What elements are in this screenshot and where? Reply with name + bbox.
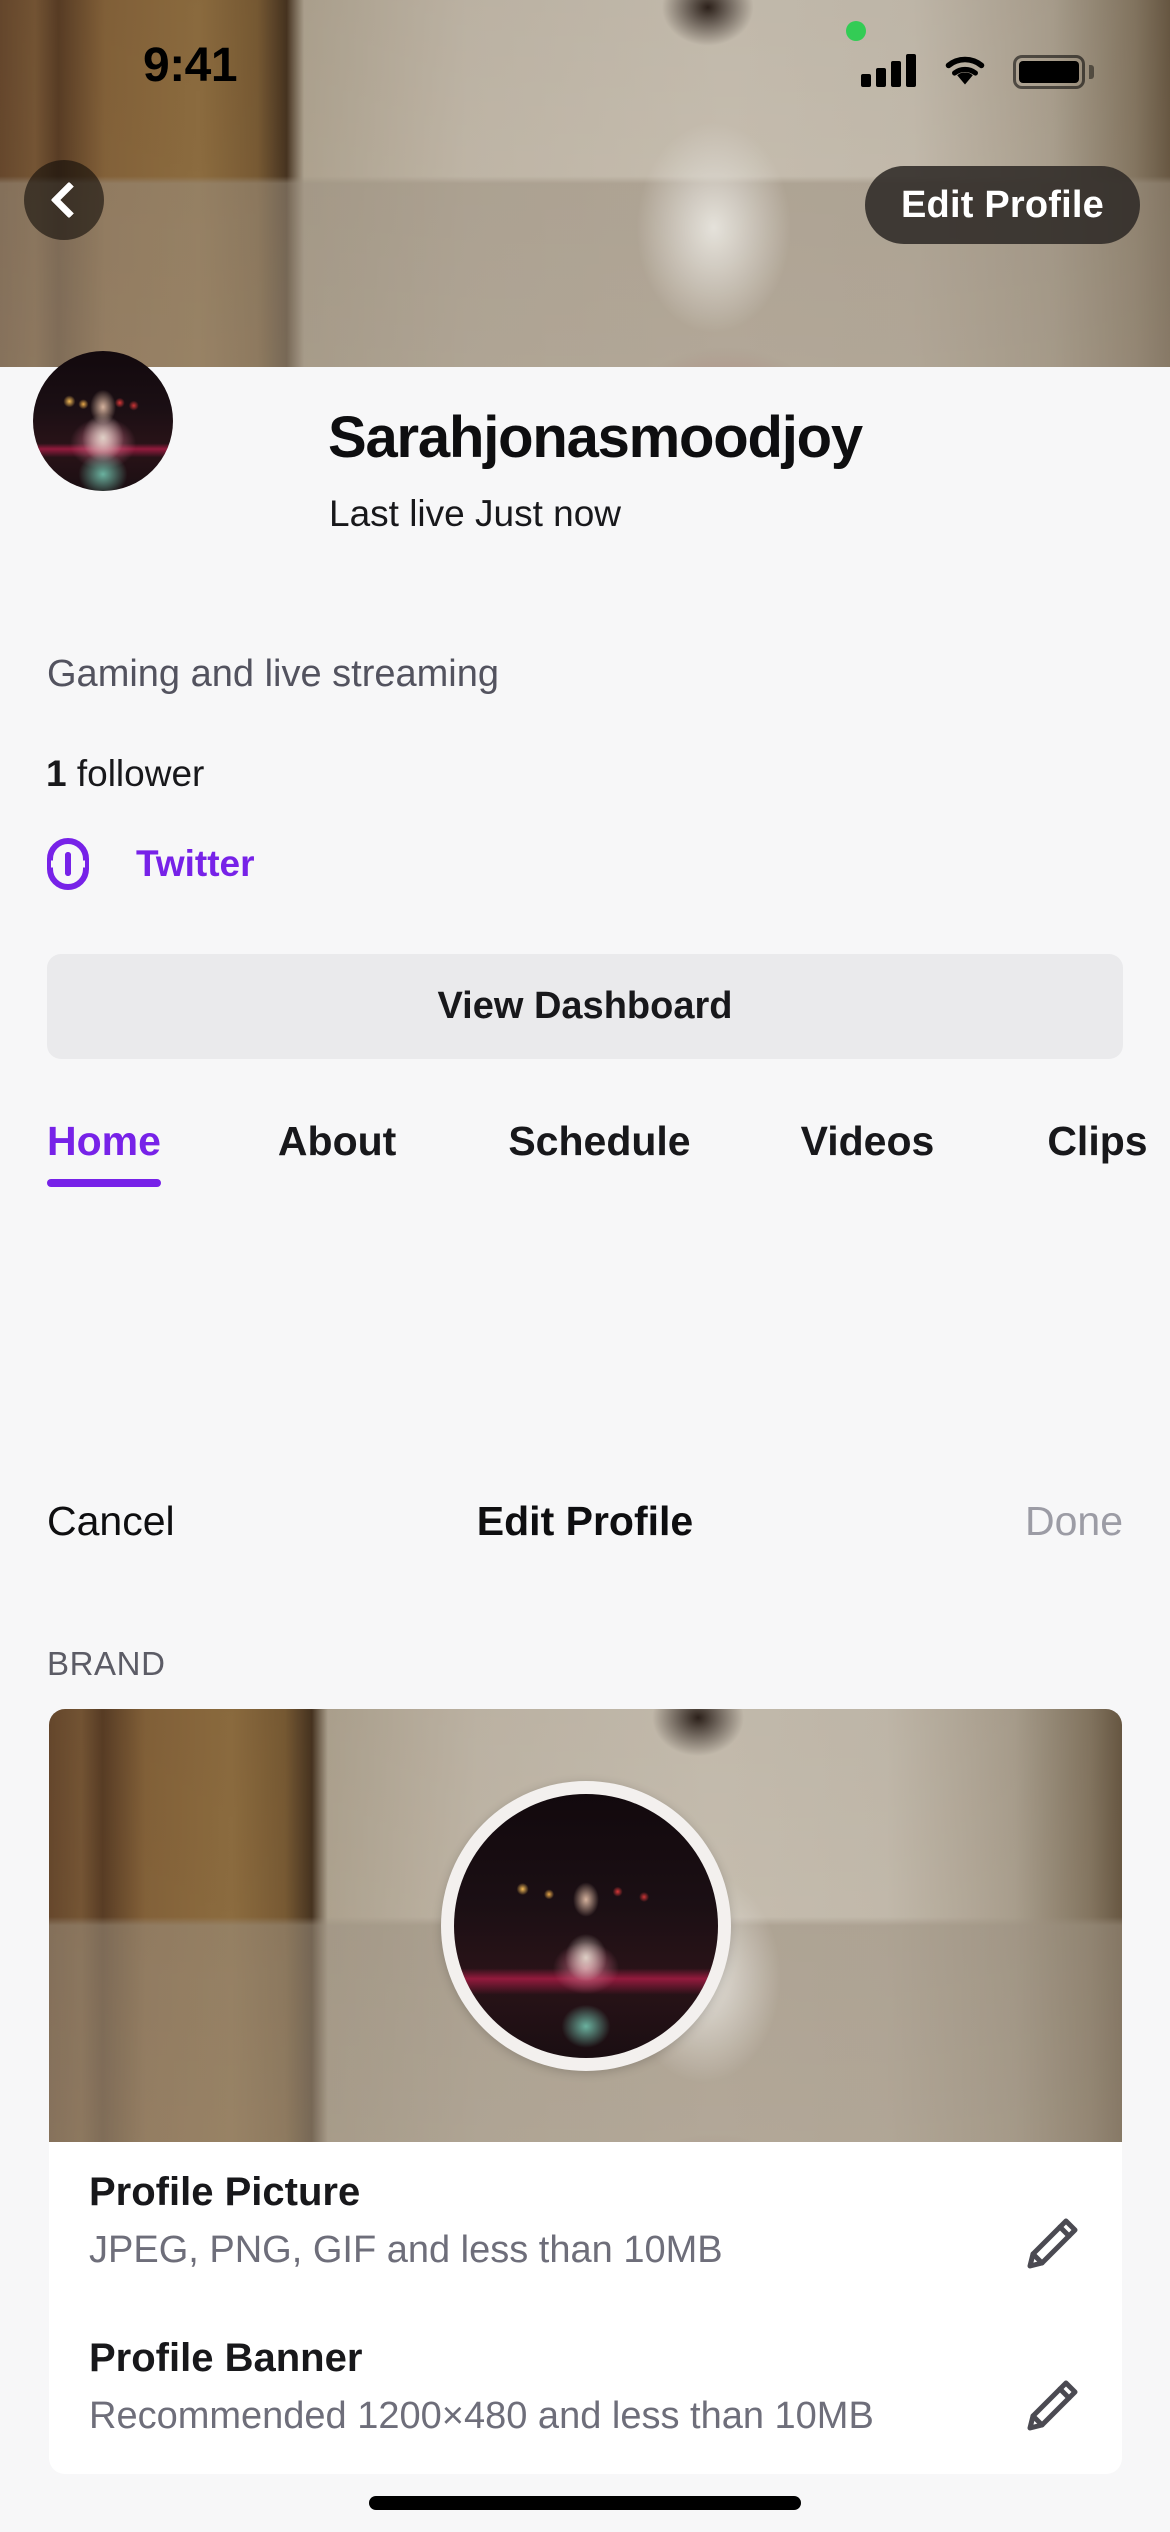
last-live-status: Last live Just now [329,493,622,534]
profile-bio: Gaming and live streaming [47,653,499,695]
row-text: Profile Banner Recommended 1200×480 and … [89,2336,1020,2439]
back-button[interactable] [24,160,104,240]
status-time: 9:41 [143,39,238,92]
row-title: Profile Banner [89,2336,363,2380]
brand-card: Profile Picture JPEG, PNG, GIF and less … [49,1709,1122,2474]
avatar-image [33,351,173,491]
cellular-signal-icon [861,54,916,87]
avatar-preview[interactable] [440,1780,731,2071]
home-indicator [369,2496,801,2510]
battery-icon [1013,55,1085,89]
row-title: Profile Picture [89,2170,361,2214]
list-item-profile-banner[interactable]: Profile Banner Recommended 1200×480 and … [49,2308,1122,2474]
done-button[interactable]: Done [1025,1498,1123,1545]
banner-preview[interactable] [49,1709,1122,2142]
follower-count: 1 follower [46,753,204,795]
avatar[interactable] [33,351,173,491]
row-subtitle: Recommended 1200×480 and less than 10MB [89,2395,874,2437]
wifi-icon [945,56,985,85]
sheet-title: Edit Profile [476,1498,694,1544]
battery-cap-icon [1089,65,1094,79]
tab-clips[interactable]: Clips [1047,1118,1147,1187]
social-link-label: Twitter [136,843,255,884]
tab-videos[interactable]: Videos [801,1118,935,1187]
status-bar: 9:41 [0,0,1170,120]
follower-count-value: 1 [46,753,67,794]
avatar-preview-image [453,1793,718,2058]
chevron-left-icon [50,181,87,219]
pencil-icon[interactable] [1020,2376,1082,2438]
tab-schedule[interactable]: Schedule [508,1118,690,1187]
profile-tabs[interactable]: Home About Schedule Videos Clips [0,1118,1170,1222]
edit-profile-button[interactable]: Edit Profile [865,166,1140,244]
link-icon [47,838,89,890]
recording-indicator-dot [846,21,866,41]
tab-about[interactable]: About [278,1118,396,1187]
page-title: Sarahjonasmoodjoy [328,405,863,470]
follower-count-label: follower [66,753,205,794]
row-text: Profile Picture JPEG, PNG, GIF and less … [89,2170,1020,2273]
pencil-icon[interactable] [1020,2214,1082,2276]
edit-profile-sheet-header: Cancel Edit Profile Done [0,1470,1170,1602]
phone-screen: 9:41 Edit Profile Sarahjonasmoodjoy Last… [0,0,1170,2532]
row-subtitle: JPEG, PNG, GIF and less than 10MB [89,2229,723,2271]
view-dashboard-button[interactable]: View Dashboard [47,954,1123,1059]
list-item-profile-picture[interactable]: Profile Picture JPEG, PNG, GIF and less … [49,2142,1122,2308]
section-label-brand: BRAND [47,1645,166,1682]
tab-home[interactable]: Home [47,1118,161,1187]
social-link-twitter[interactable]: Twitter [46,838,255,890]
